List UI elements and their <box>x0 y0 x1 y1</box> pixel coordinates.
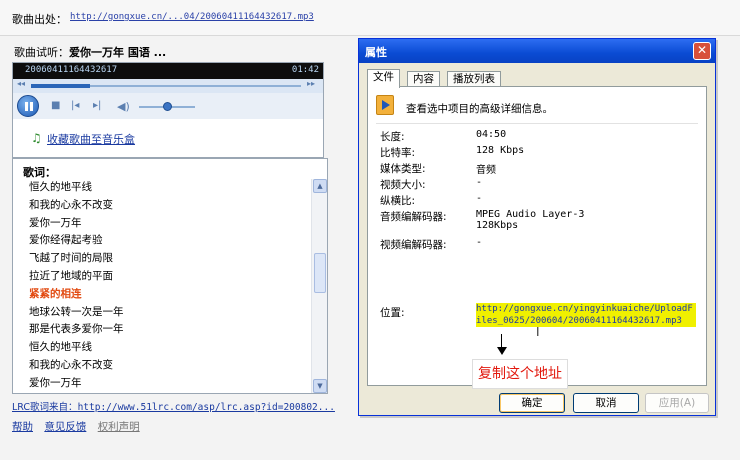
property-label: 长度: <box>380 131 405 143</box>
footer-links: 帮助 意见反馈 权利声明 <box>12 419 148 434</box>
rights-link[interactable]: 权利声明 <box>98 421 140 433</box>
text-cursor-icon: I <box>536 325 540 339</box>
volume-slider[interactable] <box>163 102 172 111</box>
prev-icon[interactable]: |◂ <box>71 100 79 111</box>
property-label: 媒体类型: <box>380 163 426 175</box>
location-label: 位置: <box>380 307 405 319</box>
player-time: 01:42 <box>291 65 319 75</box>
property-value: - <box>476 177 483 188</box>
tab-playlist[interactable]: 播放列表 <box>447 71 501 87</box>
file-tab-panel: 查看选中项目的高级详细信息。 长度: 04:50 比特率: 128 Kbps 媒体类型:… <box>367 86 707 389</box>
property-label: 比特率: <box>380 147 416 159</box>
ok-button[interactable]: 确定 <box>499 393 565 413</box>
lyrics-list: 恒久的地平线 和我的心永不改变 爱你一万年 爱你经得起考验 飞越了时间的局限 拉近了地域的… <box>29 179 124 393</box>
player-filename: 20060411164432617 <box>25 65 118 75</box>
tab-content[interactable]: 内容 <box>407 71 440 87</box>
property-value: - <box>476 193 483 204</box>
lyric-line: 爱你一万年 <box>29 376 82 389</box>
lyric-line: 飞越了时间的局限 <box>29 252 113 265</box>
pause-icon[interactable] <box>17 95 39 117</box>
properties-dialog: 属性 ✕ 文件 内容 播放列表 查看选中项目的高级详细信息。 长度: 04:50 比… <box>358 38 716 416</box>
lyric-line: 和我的心永不改变 <box>29 358 113 371</box>
scroll-down-icon[interactable]: ▼ <box>313 379 327 393</box>
preview-line: 歌曲试听：爱你一万年 国语 ... <box>14 44 166 60</box>
stop-icon[interactable]: ■ <box>51 100 60 111</box>
preview-label: 歌曲试听： <box>14 46 69 59</box>
close-icon[interactable]: ✕ <box>693 42 711 60</box>
player-controls: ■ |◂ ▸| ◀) <box>13 93 323 119</box>
lyric-line: 爱你经得起考验 <box>29 234 103 247</box>
cancel-button[interactable]: 取消 <box>573 393 639 413</box>
property-label: 纵横比: <box>380 195 416 207</box>
lyric-line: 恒久的地平线 <box>29 181 92 193</box>
property-value: - <box>476 237 483 248</box>
source-label: 歌曲出处： <box>12 13 67 26</box>
location-value[interactable]: http://gongxue.cn/yingyinkuaiche/UploadF… <box>476 303 696 327</box>
seek-progress <box>31 84 90 88</box>
source-bar: 歌曲出处： http://gongxue.cn/...04/2006041116… <box>0 0 740 36</box>
media-player: 20060411164432617 01:42 ◂◂ ▸▸ ■ |◂ ▸| ◀)… <box>12 62 324 158</box>
media-file-icon <box>376 95 394 115</box>
dialog-title: 属性 <box>365 46 387 59</box>
apply-button[interactable]: 应用(A) <box>645 393 709 413</box>
property-value: MPEG Audio Layer-3 128Kbps <box>476 209 585 231</box>
lrc-source-label: LRC歌词来自： <box>12 402 78 413</box>
property-label: 视频大小: <box>380 179 426 191</box>
left-panel: 歌曲试听：爱你一万年 国语 ... 20060411164432617 01:4… <box>0 36 356 460</box>
seek-bar[interactable]: ◂◂ ▸▸ <box>13 79 323 93</box>
scroll-thumb[interactable] <box>314 253 326 293</box>
player-display: 20060411164432617 01:42 <box>13 63 323 79</box>
lyric-line: 那是代表多爱你一年 <box>29 323 124 336</box>
source-url-link[interactable]: http://gongxue.cn/...04/2006041116443261… <box>70 12 314 22</box>
lyric-line: 拉近了地域的平面 <box>29 269 113 282</box>
panel-description: 查看选中项目的高级详细信息。 <box>406 103 553 115</box>
favorite-icon: ♫ <box>31 131 42 145</box>
lyrics-scrollbar[interactable]: ▲ ▼ <box>311 179 327 393</box>
next-icon[interactable]: ▸| <box>93 100 101 111</box>
preview-song-title: 爱你一万年 国语 ... <box>69 46 167 59</box>
lyrics-panel: 歌词： 恒久的地平线 和我的心永不改变 爱你一万年 爱你经得起考验 飞越了时间的局限 拉近… <box>12 158 328 394</box>
lrc-source-url[interactable]: http://www.51lrc.com/asp/lrc.asp?id=2008… <box>78 402 335 413</box>
lyric-line: 恒久的地平线 <box>29 341 92 354</box>
annotation-arrow <box>501 334 502 348</box>
favorite-link[interactable]: 收藏歌曲至音乐盒 <box>47 131 135 147</box>
property-label: 视频编解码器: <box>380 239 447 251</box>
lyric-line: 地球公转一次是一年 <box>29 305 124 318</box>
lyric-line: 爱你一万年 <box>29 216 82 229</box>
seek-back-icon[interactable]: ◂◂ <box>17 79 25 88</box>
dialog-titlebar[interactable]: 属性 ✕ <box>359 39 715 63</box>
annotation-arrow-head <box>497 347 507 355</box>
lyric-line: 紧紧的相连 <box>29 287 82 300</box>
property-value: 04:50 <box>476 129 507 140</box>
tab-file[interactable]: 文件 <box>367 69 400 88</box>
lyric-line: 和我的心永不改变 <box>29 198 113 211</box>
annotation-note: 复制这个地址 <box>472 359 568 389</box>
property-value: 128 Kbps <box>476 145 525 156</box>
property-value: 音频 <box>476 165 496 176</box>
volume-icon[interactable]: ◀) <box>117 100 130 113</box>
property-label: 音频编解码器: <box>380 211 447 223</box>
lrc-source[interactable]: LRC歌词来自：http://www.51lrc.com/asp/lrc.asp… <box>12 399 335 413</box>
lyrics-heading: 歌词： <box>23 166 56 179</box>
seek-forward-icon[interactable]: ▸▸ <box>307 79 315 88</box>
help-link[interactable]: 帮助 <box>12 421 33 433</box>
scroll-up-icon[interactable]: ▲ <box>313 179 327 193</box>
divider <box>376 123 698 124</box>
feedback-link[interactable]: 意见反馈 <box>44 421 86 433</box>
